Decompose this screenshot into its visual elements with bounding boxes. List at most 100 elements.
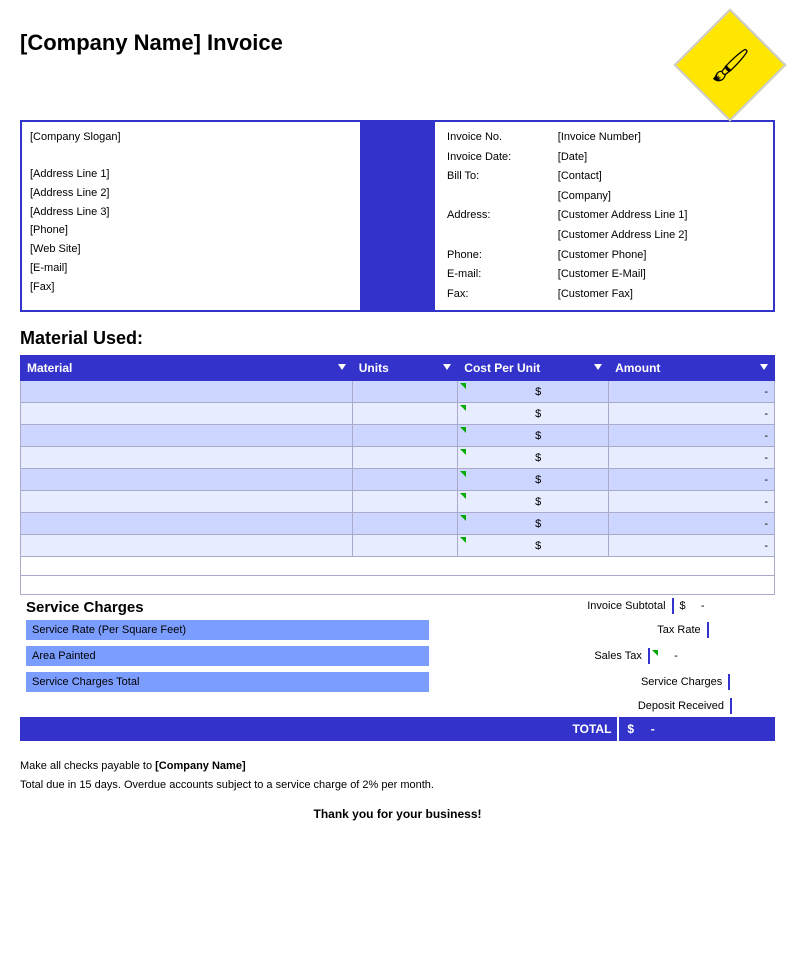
info-section: [Company Slogan] [Address Line 1] [Addre… <box>20 120 775 312</box>
table-row[interactable]: $ - <box>21 491 775 513</box>
amount-col-header[interactable]: Amount <box>609 356 775 381</box>
material-cell[interactable] <box>21 447 353 469</box>
service-total-row: Service Charges Total Service Charges <box>20 669 775 695</box>
tax-rate-row: Tax Rate <box>441 622 769 638</box>
company-title: [Company Name] Invoice <box>20 20 283 56</box>
units-cell[interactable] <box>352 513 458 535</box>
material-cell[interactable] <box>21 491 353 513</box>
company-name: [Company Name] Invoice <box>20 30 283 56</box>
footer-thank-you: Thank you for your business! <box>20 807 775 821</box>
material-cell[interactable] <box>21 469 353 491</box>
amount-dropdown-icon[interactable] <box>760 364 768 374</box>
cpu-cell[interactable]: $ <box>458 535 609 557</box>
address-line3: [Address Line 3] <box>30 203 352 222</box>
material-cell[interactable] <box>21 381 353 403</box>
units-cell[interactable] <box>352 469 458 491</box>
table-row[interactable]: $ - <box>21 403 775 425</box>
table-row[interactable]: $ - <box>21 469 775 491</box>
service-charges-subtotal-value <box>729 674 769 690</box>
table-row[interactable]: $ - <box>21 381 775 403</box>
material-table: Material Units Cost Per Unit Amount $ <box>20 355 775 595</box>
green-corner-icon <box>460 537 466 543</box>
units-cell[interactable] <box>352 381 458 403</box>
phone-row: Phone: [Customer Phone] <box>443 246 765 266</box>
customer-address1: [Customer Address Line 1] <box>554 206 765 226</box>
page-header: [Company Name] Invoice 🖌 <box>20 20 775 110</box>
service-charges-header-row: Service Charges Invoice Subtotal $ - <box>20 595 775 617</box>
units-cell[interactable] <box>352 403 458 425</box>
table-row[interactable]: $ - <box>21 513 775 535</box>
total-value: $ - <box>618 717 775 741</box>
cpu-cell[interactable]: $ <box>458 381 609 403</box>
cpu-cell[interactable]: $ <box>458 491 609 513</box>
material-cell[interactable] <box>21 535 353 557</box>
sales-tax-row: Sales Tax - <box>441 648 769 664</box>
deposit-row: Deposit Received <box>20 695 775 717</box>
bill-to-row: Bill To: [Contact] <box>443 167 765 187</box>
cpu-cell[interactable]: $ <box>458 469 609 491</box>
footer-notes: Make all checks payable to [Company Name… <box>20 757 775 794</box>
blue-middle-block <box>360 122 435 310</box>
address-label: Address: <box>443 206 554 226</box>
deposit-received-value <box>731 698 769 714</box>
address2-row: [Customer Address Line 2] <box>443 226 765 246</box>
company-fax: [Fax] <box>30 278 352 297</box>
company-slogan: [Company Slogan] <box>30 128 352 147</box>
amount-cell[interactable]: - <box>609 491 775 513</box>
invoice-subtotal-row: Invoice Subtotal $ - <box>441 598 769 614</box>
sales-tax-value: - <box>649 648 769 664</box>
material-col-header[interactable]: Material <box>21 356 353 381</box>
service-charges-section: Service Charges Invoice Subtotal $ - Ser… <box>20 595 775 741</box>
deposit-received-row: Deposit Received <box>441 698 769 714</box>
cpu-col-header[interactable]: Cost Per Unit <box>458 356 609 381</box>
cpu-cell[interactable]: $ <box>458 425 609 447</box>
green-corner-icon <box>460 449 466 455</box>
invoice-date-label: Invoice Date: <box>443 148 554 168</box>
material-cell[interactable] <box>21 513 353 535</box>
amount-cell[interactable]: - <box>609 469 775 491</box>
material-cell[interactable] <box>21 403 353 425</box>
amount-cell[interactable]: - <box>609 447 775 469</box>
address-row: Address: [Customer Address Line 1] <box>443 206 765 226</box>
units-cell[interactable] <box>352 447 458 469</box>
amount-cell[interactable]: - <box>609 513 775 535</box>
table-row[interactable]: $ - <box>21 447 775 469</box>
cpu-cell[interactable]: $ <box>458 403 609 425</box>
cpu-cell[interactable]: $ <box>458 447 609 469</box>
green-corner-icon <box>460 383 466 389</box>
table-row[interactable]: $ - <box>21 425 775 447</box>
total-row: TOTAL $ - <box>20 717 775 741</box>
units-cell[interactable] <box>352 535 458 557</box>
customer-phone: [Customer Phone] <box>554 246 765 266</box>
customer-company-value: [Company] <box>554 187 765 207</box>
tax-rate-label: Tax Rate <box>441 622 707 638</box>
service-total-label: Service Charges Total <box>26 672 429 692</box>
service-rate-row: Service Rate (Per Square Feet) Tax Rate <box>20 617 775 643</box>
service-charges-subtotal-row: Service Charges <box>441 674 769 690</box>
customer-fax: [Customer Fax] <box>554 285 765 305</box>
amount-cell[interactable]: - <box>609 381 775 403</box>
material-dropdown-icon[interactable] <box>338 364 346 374</box>
invoice-date-row: Invoice Date: [Date] <box>443 148 765 168</box>
amount-cell[interactable]: - <box>609 535 775 557</box>
total-value-row: TOTAL $ - <box>435 717 775 741</box>
service-charges-subtotal-label: Service Charges <box>441 674 729 690</box>
amount-cell[interactable]: - <box>609 425 775 447</box>
cpu-dropdown-icon[interactable] <box>594 364 602 374</box>
service-rate-label: Service Rate (Per Square Feet) <box>26 620 429 640</box>
amount-cell[interactable]: - <box>609 403 775 425</box>
green-corner-icon <box>460 427 466 433</box>
units-cell[interactable] <box>352 425 458 447</box>
bill-to-label: Bill To: <box>443 167 554 187</box>
material-cell[interactable] <box>21 425 353 447</box>
units-dropdown-icon[interactable] <box>443 364 451 374</box>
address2-label-empty <box>443 226 554 246</box>
table-row[interactable]: $ - <box>21 535 775 557</box>
units-cell[interactable] <box>352 491 458 513</box>
company-website: [Web Site] <box>30 240 352 259</box>
cpu-cell[interactable]: $ <box>458 513 609 535</box>
units-col-header[interactable]: Units <box>352 356 458 381</box>
paintbrush-icon: 🖌 <box>710 46 751 84</box>
green-corner-icon <box>652 650 658 656</box>
company-email: [E-mail] <box>30 259 352 278</box>
